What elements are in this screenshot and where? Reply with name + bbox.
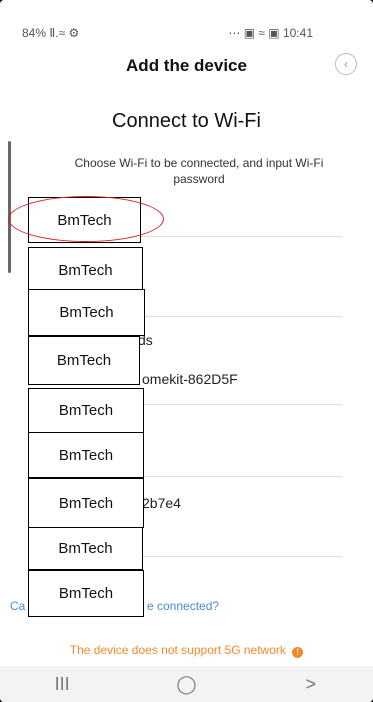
5g-warning: The device does not support 5G network ! <box>0 643 373 658</box>
back-icon[interactable]: ‹ <box>335 53 357 75</box>
warning-text: The device does not support 5G network <box>69 643 286 657</box>
help-link[interactable]: e connected? <box>147 599 219 613</box>
overlay-label: BmTech <box>28 388 144 433</box>
page-title: Add the device <box>126 56 247 75</box>
field-underline <box>140 476 342 477</box>
status-left: 84% Ⅱ.≈ ⚙ <box>22 26 80 40</box>
field-underline <box>140 404 342 405</box>
connect-wifi-heading: Connect to Wi-Fi <box>112 110 261 132</box>
overlay-label: BmTech <box>28 432 144 478</box>
recent-apps-icon[interactable]: III <box>32 674 92 695</box>
field-underline <box>140 236 342 237</box>
app-screen: 84% Ⅱ.≈ ⚙ ⋯ ▣ ≈ ▣ 10:41 Add the device ‹… <box>0 0 373 702</box>
warning-icon[interactable]: ! <box>292 647 304 658</box>
field-underline <box>140 316 342 317</box>
wifi-network-name[interactable]: omekit-862D5F <box>142 371 238 387</box>
overlay-label: BmTech <box>28 527 143 570</box>
field-underline <box>140 556 342 557</box>
overlay-label: BmTech <box>28 478 144 528</box>
scroll-indicator <box>8 141 11 273</box>
status-bar: 84% Ⅱ.≈ ⚙ ⋯ ▣ ≈ ▣ 10:41 <box>0 0 373 40</box>
help-link-fragment[interactable]: Ca <box>10 599 25 613</box>
home-icon[interactable]: ◯ <box>156 674 216 695</box>
wifi-instructions: Choose Wi-Fi to be connected, and input … <box>74 156 324 186</box>
overlay-label: BmTech <box>28 570 144 617</box>
overlay-label: BmTech <box>28 289 145 336</box>
wifi-password[interactable]: 2b7e4 <box>142 495 181 511</box>
back-nav-icon[interactable]: > <box>281 674 341 695</box>
status-right: ⋯ ▣ ≈ ▣ 10:41 <box>228 26 313 40</box>
system-nav-bar: III ◯ > <box>0 666 373 702</box>
highlight-circle <box>8 196 164 242</box>
overlay-label: BmTech <box>28 247 143 293</box>
overlay-label: BmTech <box>28 336 140 385</box>
